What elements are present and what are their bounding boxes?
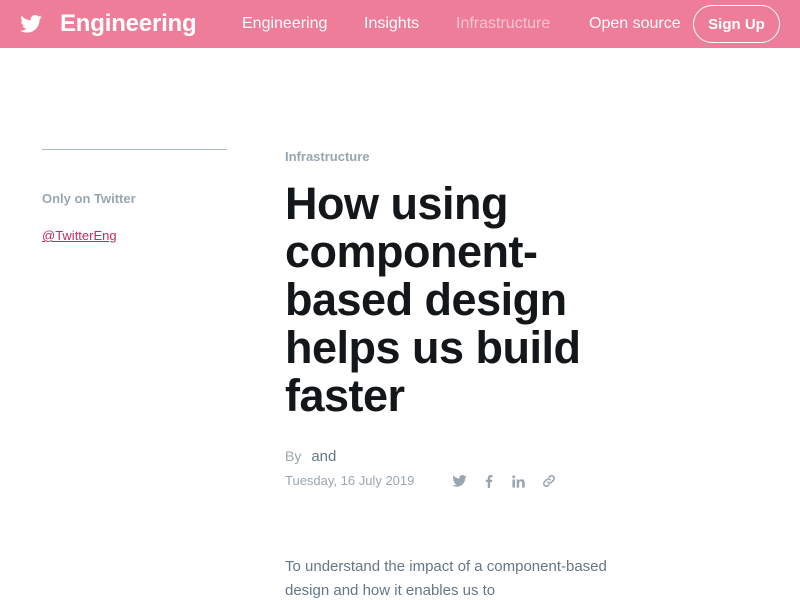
share-twitter-icon[interactable] (451, 473, 467, 489)
brand-home-link[interactable]: Engineering (20, 0, 197, 48)
article-intro: To understand the impact of a component-… (285, 558, 607, 599)
share-linkedin-icon[interactable] (510, 473, 526, 489)
nav-insights[interactable]: Insights (364, 0, 419, 48)
top-navigation-bar: Engineering Engineering Insights Infrast… (0, 0, 800, 48)
sign-up-button[interactable]: Sign Up (693, 5, 780, 43)
nav-engineering[interactable]: Engineering (242, 0, 327, 48)
nav-infrastructure[interactable]: Infrastructure (456, 0, 550, 48)
byline-authors: and (311, 448, 337, 465)
publish-date: Tuesday, 16 July 2019 (285, 473, 415, 488)
twitter-bird-icon (20, 15, 42, 33)
share-link-icon[interactable] (541, 473, 557, 489)
share-facebook-icon[interactable] (481, 473, 497, 489)
article-title: How using component-based design helps u… (285, 178, 581, 421)
brand-title: Engineering (60, 10, 197, 37)
twitter-handle-link[interactable]: @TwitterEng (42, 228, 117, 243)
byline-prefix: By (285, 448, 302, 464)
sidebar-divider (42, 149, 227, 150)
article-category[interactable]: Infrastructure (285, 149, 370, 164)
sidebar-label: Only on Twitter (42, 191, 136, 206)
nav-open-source[interactable]: Open source (589, 0, 681, 48)
byline: By and (285, 448, 336, 465)
